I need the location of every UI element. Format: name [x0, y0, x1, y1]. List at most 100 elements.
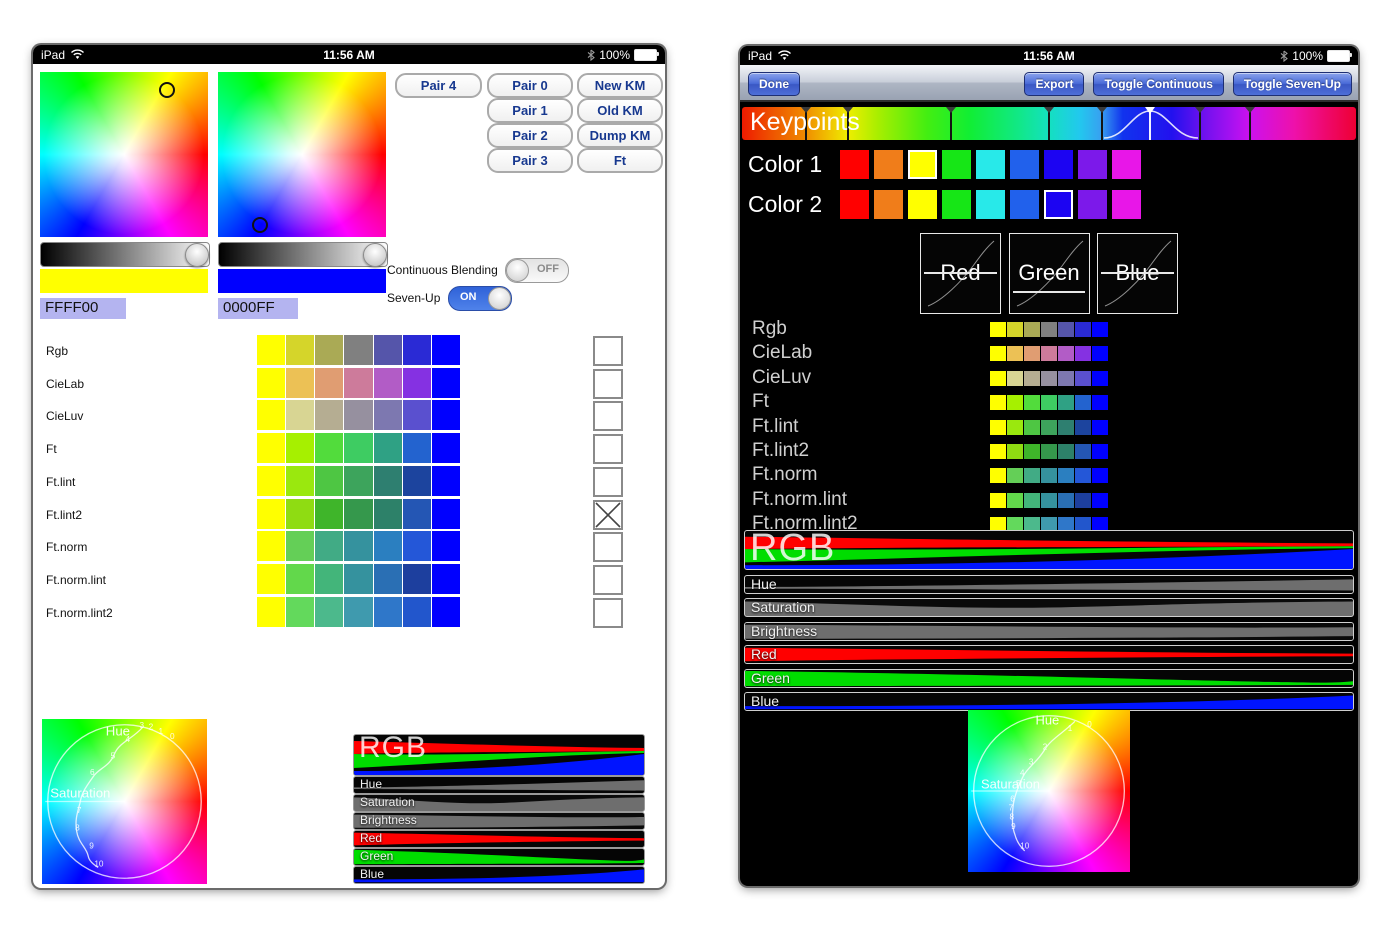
picker1-marker[interactable]: [159, 82, 175, 98]
saturation-axis-label: Saturation: [981, 777, 1040, 792]
ramp-cell: [1058, 346, 1074, 361]
toolbar-button-toggle-continuous[interactable]: Toggle Continuous: [1093, 72, 1223, 96]
left-ipad-screenshot: iPad 11:56 AM 100% FFFF00 0000FF Pair 4P: [33, 45, 665, 888]
color-row-label: Color 1: [748, 151, 822, 178]
button-pair-0[interactable]: Pair 0: [487, 73, 573, 98]
value-slider-2[interactable]: [218, 242, 388, 267]
keypoint-color-swatch[interactable]: [976, 190, 1005, 219]
hue-tick-label: 6: [90, 768, 95, 777]
keypoint-color-swatch[interactable]: [874, 150, 903, 179]
ramp-cell: [1007, 371, 1023, 386]
colormap-checkbox[interactable]: [593, 532, 623, 562]
toggle-knob[interactable]: [506, 259, 529, 282]
channel-strip-saturation: Saturation: [744, 598, 1354, 617]
hex-input-1[interactable]: FFFF00: [40, 298, 126, 319]
toolbar-button-toggle-seven-up[interactable]: Toggle Seven-Up: [1233, 72, 1352, 96]
button-ft[interactable]: Ft: [577, 148, 663, 173]
battery-icon: [634, 49, 657, 61]
button-pair-1[interactable]: Pair 1: [487, 98, 573, 123]
keypoint-color-swatch[interactable]: [908, 150, 937, 179]
button-pair-4[interactable]: Pair 4: [395, 73, 482, 98]
done-button[interactable]: Done: [748, 72, 800, 96]
toolbar-button-export[interactable]: Export: [1024, 72, 1084, 96]
button-old-km[interactable]: Old KM: [577, 98, 663, 123]
keypoint-notch: [1097, 107, 1107, 113]
colormap-checkbox[interactable]: [593, 500, 623, 530]
keypoint-color-swatch[interactable]: [840, 190, 869, 219]
hue-tick-label: 0: [1087, 720, 1092, 729]
keypoint-color-swatch[interactable]: [1044, 190, 1073, 219]
slider1-knob[interactable]: [185, 243, 209, 267]
button-pair-3[interactable]: Pair 3: [487, 148, 573, 173]
ramp-cell: [1041, 346, 1057, 361]
ramp-cell: [1024, 322, 1040, 337]
colormap-checkbox[interactable]: [593, 401, 623, 431]
hue-tick-label: 8: [1009, 812, 1014, 821]
colormap-row-label: Rgb: [752, 318, 787, 340]
seven-up-toggle[interactable]: ON: [448, 286, 512, 311]
value-slider-1[interactable]: [40, 242, 210, 267]
button-new-km[interactable]: New KM: [577, 73, 663, 98]
slider2-knob[interactable]: [363, 243, 387, 267]
ramp-cell: [1007, 346, 1023, 361]
keypoint-color-swatch[interactable]: [1078, 150, 1107, 179]
channel-strip-blue: Blue: [353, 866, 645, 884]
curve-box-blue[interactable]: Blue: [1097, 233, 1178, 314]
button-pair-2[interactable]: Pair 2: [487, 123, 573, 148]
hue-tick-label: 3: [140, 721, 145, 730]
status-bar: iPad 11:56 AM 100%: [33, 45, 665, 64]
keypoint-color-swatch[interactable]: [976, 150, 1005, 179]
keypoint-color-swatch[interactable]: [1112, 190, 1141, 219]
strike-line: [1101, 272, 1174, 274]
ramp-cell: [1092, 493, 1108, 508]
selected-keypoint-notch: [1145, 107, 1155, 114]
keypoint-notch: [946, 107, 956, 113]
keypoint-color-swatch[interactable]: [942, 190, 971, 219]
ramp-cell: [990, 517, 1006, 532]
colormap-row-label: CieLab: [752, 342, 812, 364]
colormap-row-label: Ft.norm.lint: [752, 489, 847, 511]
keypoint-color-swatch[interactable]: [1010, 150, 1039, 179]
keypoint-notch: [1245, 107, 1255, 113]
curve-box-green[interactable]: Green: [1009, 233, 1090, 314]
ramp-cell: [1041, 444, 1057, 459]
ramp-cell: [990, 371, 1006, 386]
toggle-state-label: OFF: [537, 263, 559, 275]
keypoint-color-swatch[interactable]: [1078, 190, 1107, 219]
curve-box-red[interactable]: Red: [920, 233, 1001, 314]
channel-strip-brightness: Brightness: [353, 812, 645, 830]
toggle-knob[interactable]: [488, 287, 511, 310]
ramp-cell: [1041, 468, 1057, 483]
colormap-checkbox[interactable]: [593, 598, 623, 628]
keypoint-color-swatch[interactable]: [1112, 150, 1141, 179]
hex-input-2[interactable]: 0000FF: [218, 298, 298, 319]
hue-axis-label: Hue: [1035, 713, 1059, 728]
colormap-row-label: CieLuv: [752, 367, 811, 389]
colormap-checkbox[interactable]: [593, 434, 623, 464]
hue-tick-label: 6: [1010, 795, 1015, 804]
colormap-checkbox[interactable]: [593, 336, 623, 366]
channel-strip-saturation: Saturation: [353, 794, 645, 812]
color-picker-2[interactable]: [218, 72, 386, 237]
keypoint-color-swatch[interactable]: [874, 190, 903, 219]
color-picker-1[interactable]: [40, 72, 208, 237]
colormap-checkbox[interactable]: [593, 369, 623, 399]
keypoint-color-swatch[interactable]: [908, 190, 937, 219]
colormap-checkbox[interactable]: [593, 467, 623, 497]
colormap-checkbox[interactable]: [593, 565, 623, 595]
button-dump-km[interactable]: Dump KM: [577, 123, 663, 148]
ramp-cell: [1024, 346, 1040, 361]
ramp-cell: [1058, 420, 1074, 435]
keypoints-title: Keypoints: [750, 108, 860, 137]
colormap-ramp: [990, 322, 1108, 337]
channel-strip-label: Blue: [751, 693, 779, 709]
continuous-blending-toggle[interactable]: OFF: [505, 258, 569, 283]
keypoint-color-swatch[interactable]: [840, 150, 869, 179]
ramp-cell: [1041, 371, 1057, 386]
hue-tick-label: 7: [77, 806, 82, 815]
keypoint-color-swatch[interactable]: [942, 150, 971, 179]
picker2-marker[interactable]: [252, 217, 268, 233]
keypoint-color-swatch[interactable]: [1044, 150, 1073, 179]
keypoint-color-swatch[interactable]: [1010, 190, 1039, 219]
keypoints-bar[interactable]: Keypoints: [742, 107, 1356, 140]
